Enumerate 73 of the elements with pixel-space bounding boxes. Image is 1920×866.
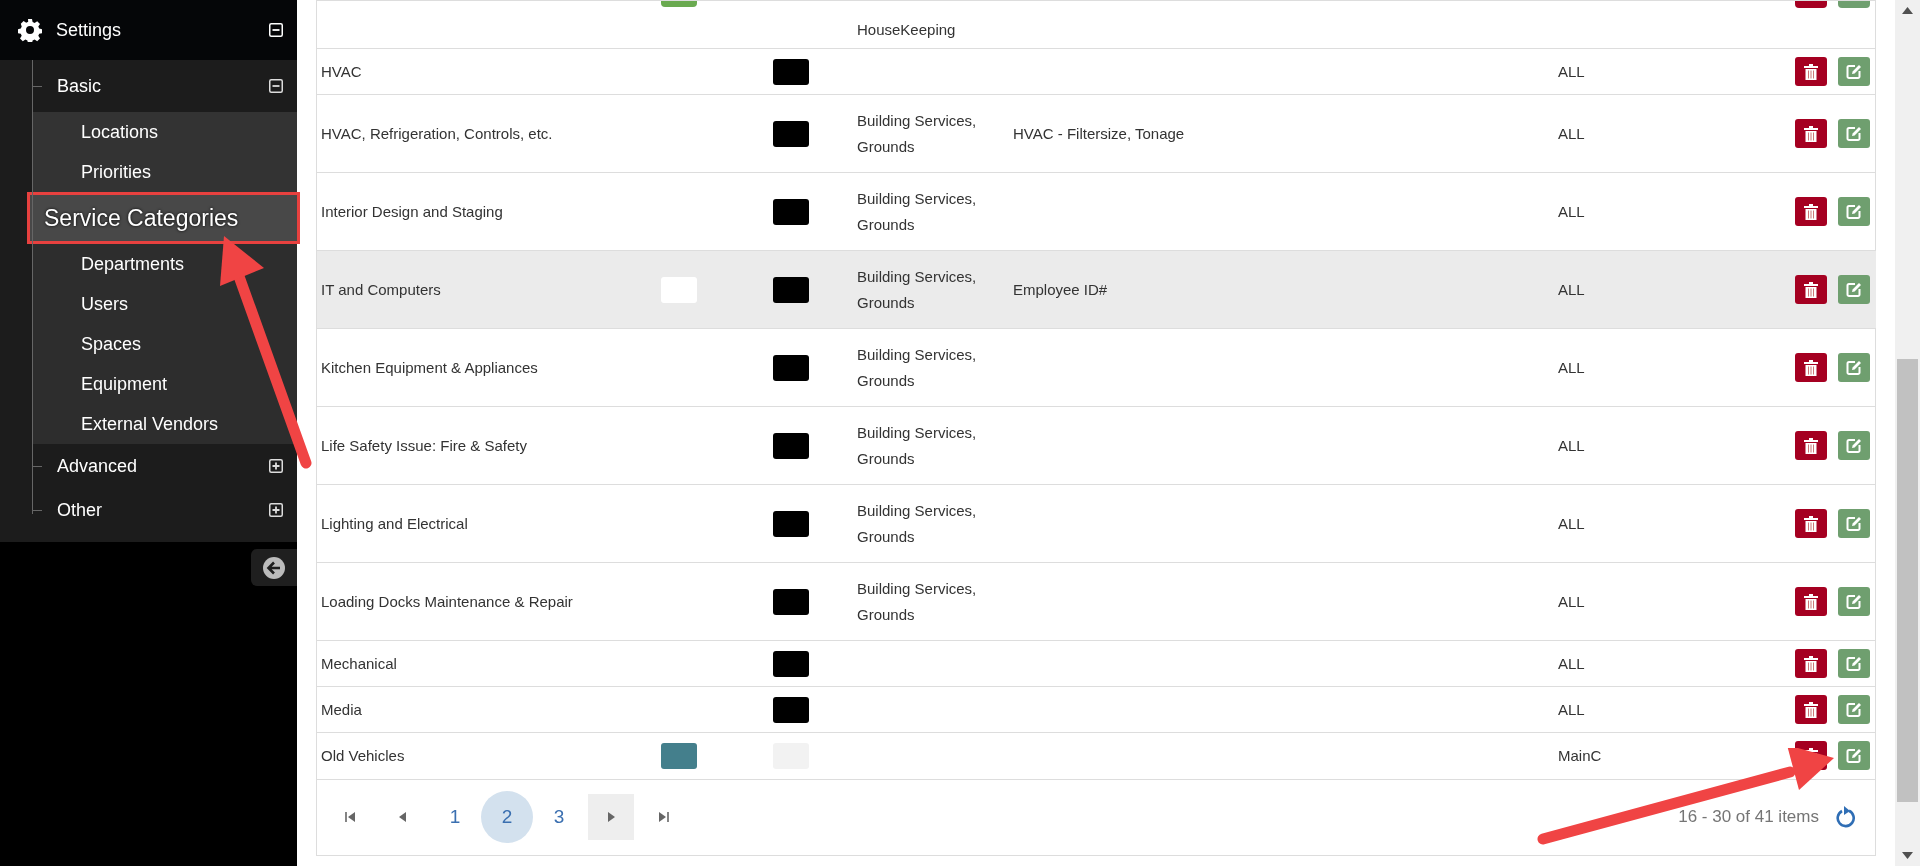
- location-name: ALL: [1558, 124, 1585, 142]
- pager-info: 16 - 30 of 41 items: [1678, 806, 1819, 829]
- location-name: ALL: [1558, 280, 1585, 298]
- page-button[interactable]: 2: [481, 791, 533, 843]
- category-name: Kitchen Equipment & Appliances: [321, 358, 538, 376]
- department-list: Building Services, Grounds: [857, 189, 977, 233]
- department-list: Building Services, Grounds: [857, 423, 977, 467]
- department-list: HouseKeeping: [857, 21, 956, 38]
- department-list: Building Services, Grounds: [857, 111, 977, 155]
- location-name: ALL: [1558, 202, 1585, 220]
- location-name: ALL: [1558, 700, 1585, 718]
- first-page-icon: [345, 811, 357, 823]
- location-name: ALL: [1558, 62, 1585, 80]
- edit-icon: [1846, 125, 1862, 142]
- location-name: ALL: [1558, 436, 1585, 454]
- scrollbar[interactable]: [1895, 0, 1920, 866]
- category-name: Mechanical: [321, 654, 397, 672]
- custom-fields: Employee ID#: [1013, 280, 1108, 298]
- scroll-up-icon[interactable]: [1902, 7, 1913, 14]
- tree-group[interactable]: Advanced: [0, 444, 297, 488]
- tree-group[interactable]: Other: [0, 488, 297, 532]
- sidebar-item[interactable]: Service Categories: [27, 192, 300, 244]
- category-name: Old Vehicles: [321, 746, 405, 764]
- department-list: Building Services, Grounds: [857, 345, 977, 389]
- collapse-icon[interactable]: [269, 79, 283, 93]
- next-page-icon: [605, 811, 617, 823]
- category-name: Interior Design and Staging: [321, 202, 503, 220]
- edit-icon: [1846, 655, 1862, 672]
- sidebar-title: Settings: [56, 18, 123, 42]
- sidebar-item[interactable]: Users: [33, 284, 297, 324]
- edit-icon: [1846, 515, 1862, 532]
- edit-icon: [1846, 747, 1862, 764]
- expand-icon[interactable]: [269, 459, 283, 473]
- edit-icon: [1846, 359, 1862, 376]
- gear-icon: [18, 18, 42, 42]
- sidebar-item[interactable]: Departments: [33, 244, 297, 284]
- category-name: Lighting and Electrical: [321, 514, 468, 532]
- location-name: MainC: [1558, 746, 1602, 764]
- edit-icon: [1846, 63, 1862, 80]
- location-name: ALL: [1558, 358, 1585, 376]
- department-list: Building Services, Grounds: [857, 501, 977, 545]
- location-name: ALL: [1558, 654, 1585, 672]
- edit-icon: [1846, 593, 1862, 610]
- sidebar-item[interactable]: Locations: [33, 112, 297, 152]
- sidebar-item[interactable]: Equipment: [33, 364, 297, 404]
- edit-icon: [1846, 281, 1862, 298]
- custom-fields: HVAC - Filtersize, Tonage: [1013, 124, 1185, 142]
- collapse-sidebar-button[interactable]: [251, 549, 297, 586]
- sidebar-item[interactable]: Spaces: [33, 324, 297, 364]
- expand-icon[interactable]: [269, 503, 283, 517]
- department-list: Building Services, Grounds: [857, 267, 977, 311]
- page-button[interactable]: 1: [429, 791, 481, 843]
- edit-icon: [1846, 437, 1862, 454]
- sidebar-header[interactable]: Settings: [0, 0, 297, 60]
- edit-icon: [1846, 203, 1862, 220]
- department-list: Building Services, Grounds: [857, 579, 977, 623]
- location-name: ALL: [1558, 592, 1585, 610]
- category-name: IT and Computers: [321, 280, 441, 298]
- refresh-icon: [1836, 806, 1856, 828]
- last-page-icon: [657, 811, 669, 823]
- category-name: Loading Docks Maintenance & Repair: [321, 592, 573, 610]
- page-button[interactable]: 3: [533, 791, 585, 843]
- location-name: ALL: [1558, 514, 1585, 532]
- scroll-down-icon[interactable]: [1902, 852, 1913, 859]
- sidebar-item[interactable]: External Vendors: [33, 404, 297, 444]
- category-name: HVAC, Refrigeration, Controls, etc.: [321, 124, 553, 142]
- category-name: HVAC: [321, 62, 362, 80]
- category-name: Life Safety Issue: Fire & Safety: [321, 436, 527, 454]
- previous-page-icon: [397, 811, 409, 823]
- sidebar-item[interactable]: Priorities: [33, 152, 297, 192]
- edit-icon: [1846, 701, 1862, 718]
- category-name: Media: [321, 700, 362, 718]
- tree-group[interactable]: Basic: [0, 60, 297, 112]
